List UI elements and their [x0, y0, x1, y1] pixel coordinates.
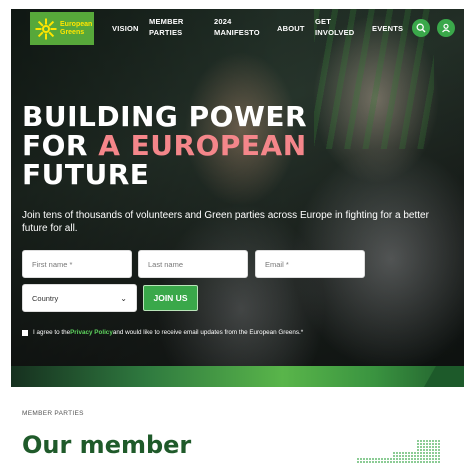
logo-line-1: European — [60, 20, 93, 28]
green-divider-band — [11, 366, 464, 387]
logo-wordmark: European Greens — [60, 21, 92, 37]
chevron-down-icon: ⌄ — [120, 293, 127, 303]
email-input[interactable]: Email * — [255, 250, 365, 278]
headline-line-1: BUILDING POWER — [22, 100, 308, 133]
dotted-map-graphic — [357, 440, 440, 463]
sunflower-logo-icon — [35, 18, 57, 39]
hero-headline: BUILDING POWER FOR A EUROPEAN FUTURE — [22, 102, 307, 189]
last-name-input[interactable]: Last name — [138, 250, 248, 278]
first-name-input[interactable]: First name * — [22, 250, 132, 278]
privacy-policy-link[interactable]: Privacy Policy — [70, 329, 113, 336]
site-logo[interactable]: European Greens — [30, 12, 94, 45]
join-us-button[interactable]: JOIN US — [143, 285, 198, 311]
consent-text-before: I agree to the — [33, 329, 71, 336]
user-icon — [442, 23, 450, 33]
consent-text-after: and would like to receive email updates … — [112, 329, 304, 336]
consent-row: I agree to the Privacy Policy and would … — [22, 329, 303, 336]
nav-2024-manifesto[interactable]: 2024 MANIFESTO — [214, 16, 260, 38]
nav-events[interactable]: EVENTS — [372, 23, 403, 34]
hero-lead-text: Join tens of thousands of volunteers and… — [22, 210, 429, 234]
nav-vision[interactable]: VISION — [112, 23, 139, 34]
country-select[interactable]: Country ⌄ — [22, 284, 137, 312]
search-icon — [416, 23, 426, 33]
consent-checkbox[interactable] — [22, 329, 28, 336]
nav-member-parties[interactable]: MEMBER PARTIES — [149, 16, 184, 38]
headline-line-3: FUTURE — [22, 158, 150, 191]
account-button[interactable] — [437, 19, 455, 37]
logo-line-2: Greens — [60, 28, 85, 36]
section-kicker: MEMBER PARTIES — [22, 410, 84, 417]
nav-about[interactable]: ABOUT — [277, 23, 305, 34]
section-title: Our member — [22, 431, 192, 459]
country-select-value: Country — [32, 293, 59, 303]
search-button[interactable] — [412, 19, 430, 37]
headline-line-2: FOR A EUROPEAN — [22, 131, 307, 160]
nav-get-involved[interactable]: GET INVOLVED — [315, 16, 354, 38]
green-band-accent — [424, 366, 464, 387]
